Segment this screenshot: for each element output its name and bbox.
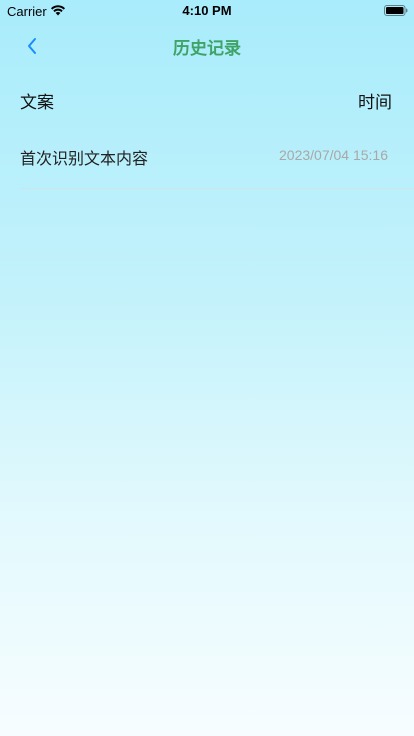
table-row[interactable]: 首次识别文本内容 2023/07/04 15:16 xyxy=(20,134,414,189)
table-header: 文案 时间 xyxy=(20,88,392,114)
navigation-bar: 历史记录 xyxy=(0,22,414,68)
header-content: 文案 xyxy=(20,93,54,113)
status-bar: Carrier 4:10 PM xyxy=(0,0,414,22)
record-content: 首次识别文本内容 xyxy=(20,149,149,168)
status-time: 4:10 PM xyxy=(182,3,232,18)
record-time: 2023/07/04 15:16 xyxy=(279,147,388,163)
battery-icon xyxy=(384,5,408,16)
page-title: 历史记录 xyxy=(173,39,241,59)
header-time: 时间 xyxy=(358,93,392,113)
